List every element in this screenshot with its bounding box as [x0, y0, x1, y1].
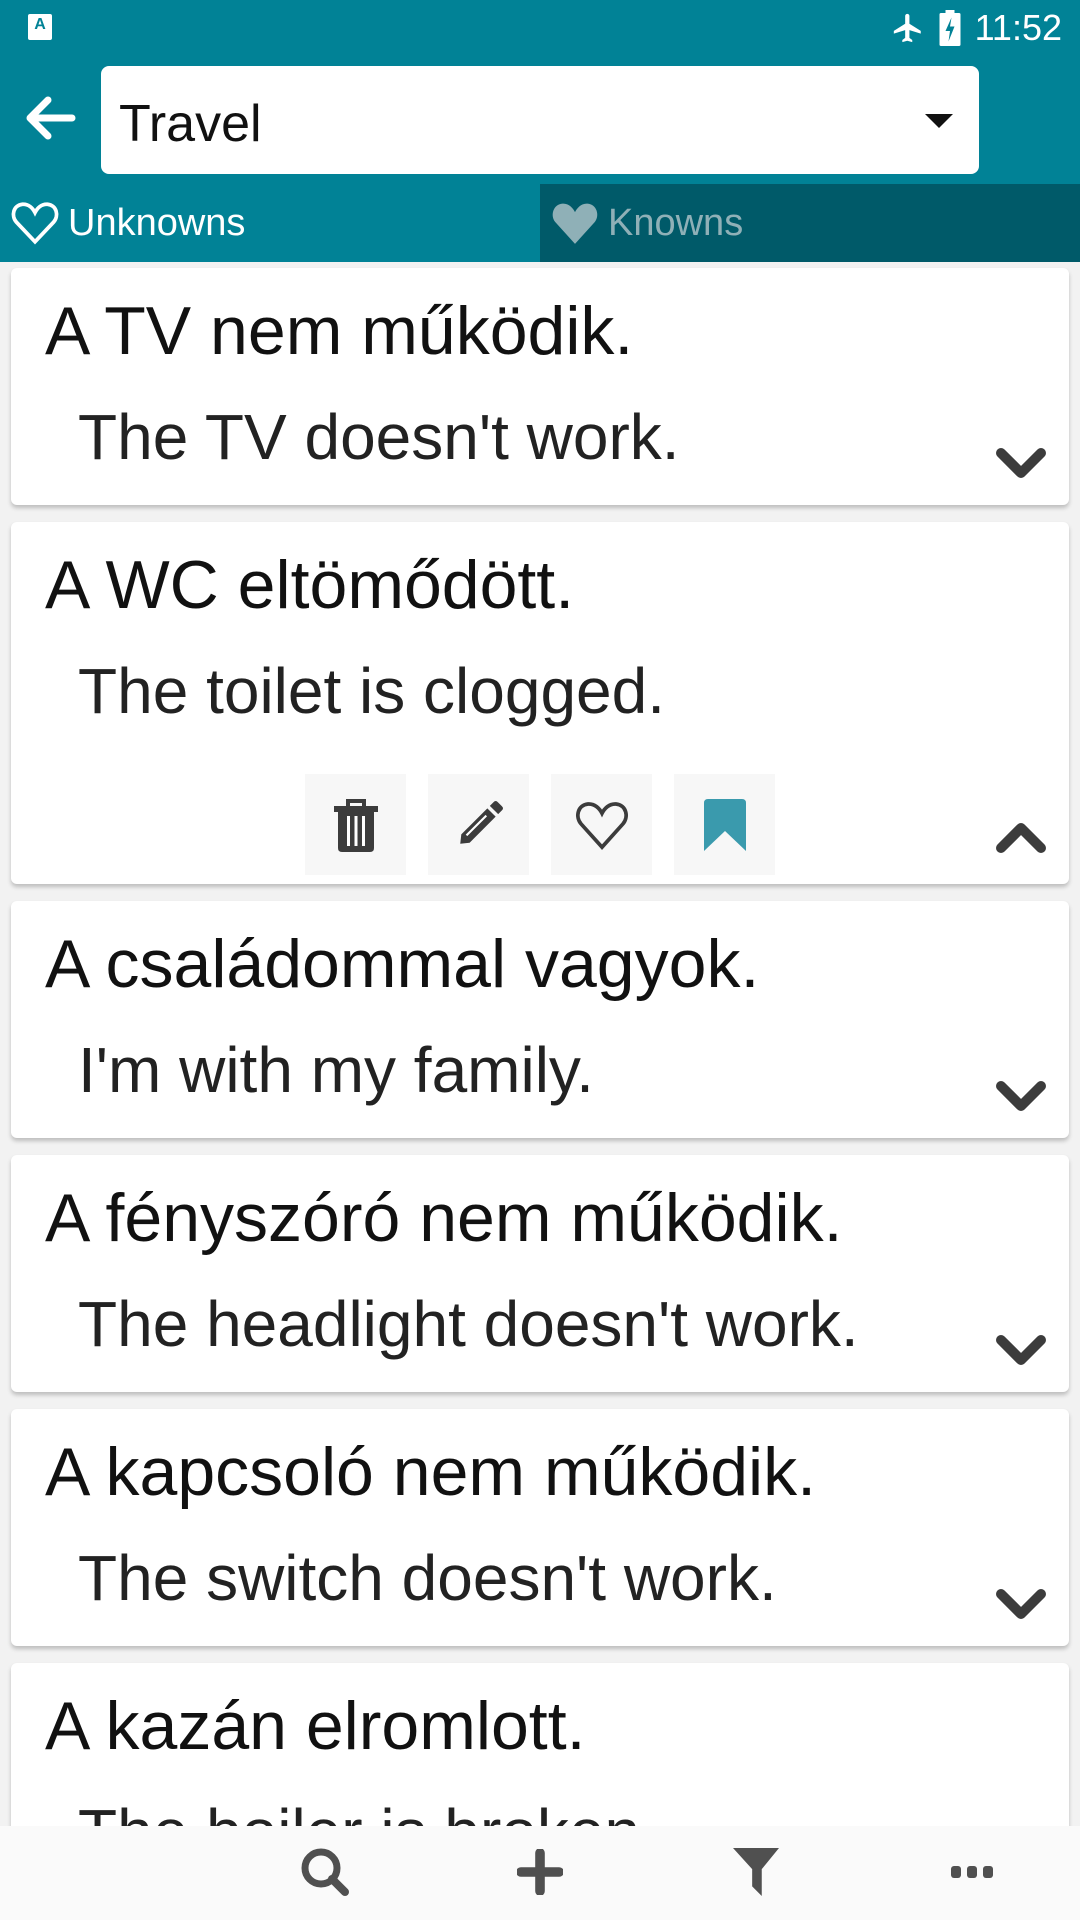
phrase-hungarian: A kazán elromlott. — [45, 1688, 586, 1764]
tab-knowns-label: Knowns — [608, 201, 744, 244]
more-options-button[interactable] — [932, 1836, 1012, 1908]
bottom-toolbar — [0, 1826, 1080, 1920]
phrase-card[interactable]: A fényszóró nem működik. The headlight d… — [11, 1155, 1069, 1392]
phrase-hungarian: A kapcsoló nem működik. — [45, 1434, 817, 1510]
battery-charging-icon — [939, 10, 961, 46]
chevron-up-icon[interactable] — [993, 818, 1049, 858]
chevron-down-icon[interactable] — [993, 1584, 1049, 1624]
add-phrase-button[interactable] — [500, 1836, 580, 1908]
phrase-english: The switch doesn't work. — [78, 1542, 777, 1614]
airplane-mode-icon — [893, 13, 921, 43]
dropdown-caret-icon — [925, 114, 953, 128]
phrase-english: I'm with my family. — [78, 1034, 594, 1106]
heart-filled-icon — [552, 203, 598, 244]
mark-known-button[interactable] — [551, 774, 652, 875]
heart-outline-icon — [575, 801, 628, 850]
filter-button[interactable] — [716, 1836, 796, 1908]
search-button[interactable] — [285, 1836, 365, 1908]
tab-knowns[interactable]: Knowns — [540, 184, 1080, 262]
phrase-card[interactable]: A családommal vagyok. I'm with my family… — [11, 901, 1069, 1138]
category-selected-value: Travel — [119, 95, 262, 153]
clock: 11:52 — [974, 7, 1062, 48]
phrase-card[interactable]: A kapcsoló nem működik. The switch doesn… — [11, 1409, 1069, 1646]
plus-icon — [517, 1849, 563, 1895]
app-bar: Travel — [0, 56, 1080, 184]
heart-outline-icon — [11, 202, 59, 245]
phrase-hungarian: A TV nem működik. — [45, 293, 634, 369]
phrase-hungarian: A fényszóró nem működik. — [45, 1180, 843, 1256]
app-notification-icon: A — [28, 14, 52, 40]
phrase-english: The headlight doesn't work. — [78, 1288, 859, 1360]
bookmark-icon — [703, 798, 746, 851]
phrase-card[interactable]: A TV nem működik. The TV doesn't work. — [11, 268, 1069, 505]
tab-bar: Unknowns Knowns — [0, 184, 1080, 262]
phrase-english: The TV doesn't work. — [78, 401, 680, 473]
status-icons: 11:52 — [891, 8, 1062, 48]
phrase-hungarian: A családommal vagyok. — [45, 926, 760, 1002]
back-button[interactable] — [18, 86, 82, 150]
chevron-down-icon[interactable] — [993, 443, 1049, 483]
chevron-down-icon[interactable] — [993, 1330, 1049, 1370]
tab-unknowns[interactable]: Unknowns — [0, 184, 540, 262]
bookmark-button[interactable] — [674, 774, 775, 875]
status-bar: A 11:52 — [0, 0, 1080, 56]
tab-unknowns-label: Unknowns — [68, 201, 246, 244]
category-dropdown[interactable]: Travel — [101, 66, 979, 174]
phrase-card-expanded[interactable]: A WC eltömődött. The toilet is clogged. — [11, 522, 1069, 884]
more-icon — [951, 1866, 993, 1878]
card-actions — [305, 774, 775, 875]
phrase-english: The toilet is clogged. — [78, 655, 665, 727]
arrow-left-icon — [26, 96, 76, 140]
phrase-hungarian: A WC eltömődött. — [45, 547, 575, 623]
chevron-down-icon[interactable] — [993, 1076, 1049, 1116]
trash-icon — [333, 798, 378, 852]
pencil-icon — [459, 800, 503, 844]
edit-button[interactable] — [428, 774, 529, 875]
search-icon — [301, 1848, 349, 1896]
delete-button[interactable] — [305, 774, 406, 875]
filter-icon — [733, 1848, 779, 1896]
